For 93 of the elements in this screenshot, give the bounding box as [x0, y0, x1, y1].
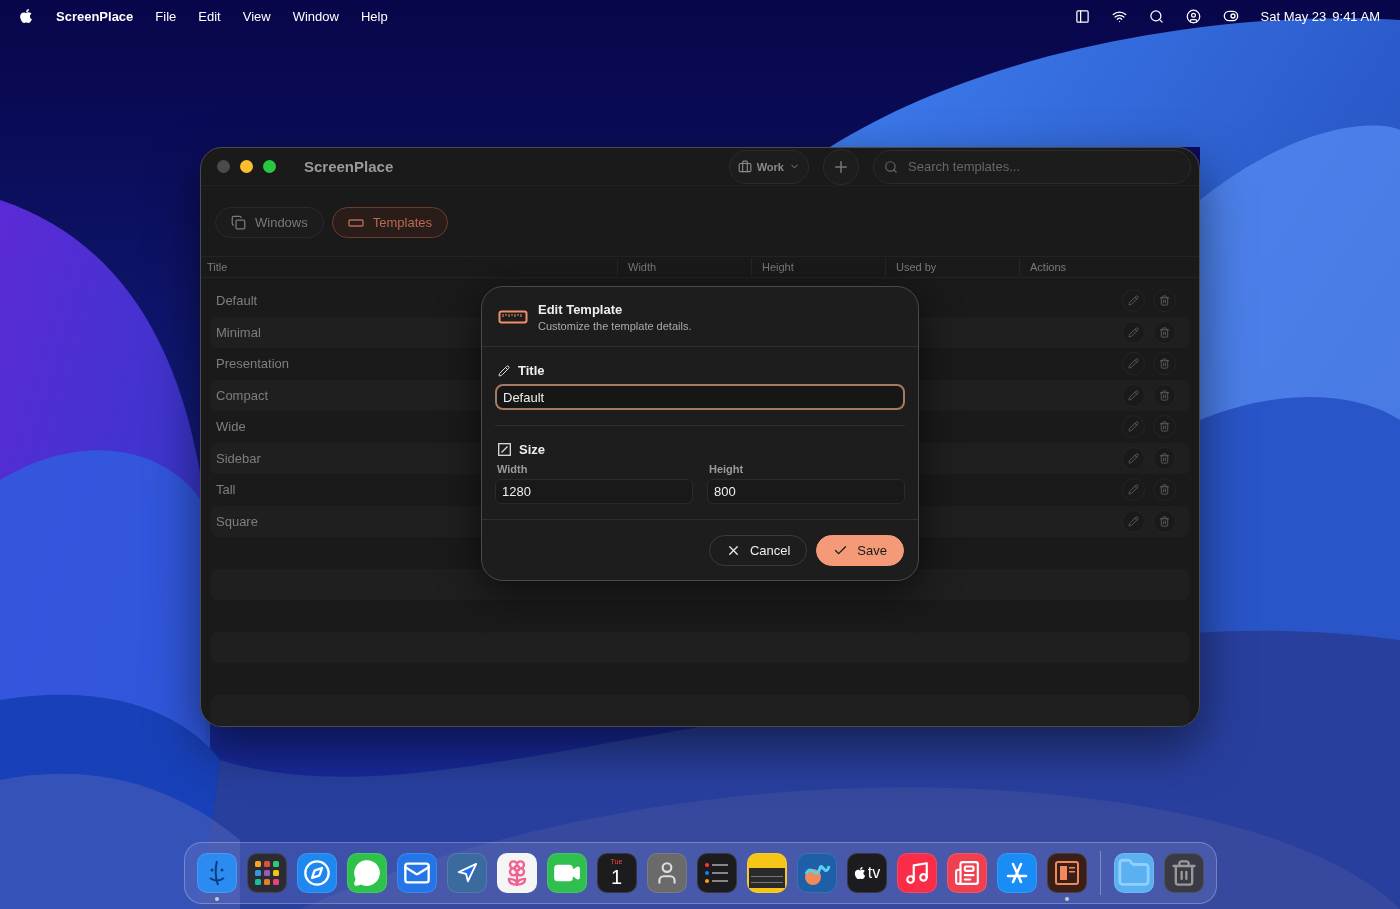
zoom-button[interactable] — [263, 160, 276, 173]
folder-icon[interactable] — [1113, 853, 1154, 893]
menu-item[interactable]: Edit — [198, 8, 221, 24]
running-indicator — [1064, 897, 1069, 901]
template-title: Presentation — [216, 356, 289, 372]
template-title: Sidebar — [216, 450, 261, 466]
width-field[interactable]: 1280 — [495, 479, 693, 504]
menu-bar-time[interactable]: 9:41 AM — [1332, 8, 1380, 24]
menu-item[interactable]: View — [242, 8, 271, 24]
news-icon[interactable] — [946, 853, 987, 893]
field-label: Width — [496, 463, 529, 475]
column-header[interactable]: Actions — [1019, 258, 1151, 276]
menu-item[interactable]: Help — [360, 8, 388, 24]
tab[interactable]: Templates — [331, 207, 448, 238]
workspace-dropdown[interactable]: Work — [728, 149, 809, 184]
template-title: Tall — [216, 482, 236, 498]
pencil-icon — [498, 364, 510, 377]
squiggle-icon[interactable] — [796, 853, 837, 893]
trash-icon — [1159, 326, 1170, 338]
section-label: Size — [519, 442, 545, 457]
search-input[interactable]: Search templates... — [906, 158, 1180, 175]
column-header[interactable]: Used by — [885, 258, 1019, 276]
pencil-icon — [1128, 326, 1139, 338]
height-field[interactable]: 800 — [707, 479, 905, 504]
title-field[interactable]: Default — [495, 384, 905, 410]
trash-icon — [1159, 484, 1170, 496]
user-icon[interactable] — [1185, 8, 1201, 24]
tv-app-icon[interactable]: tv — [846, 853, 887, 893]
app-menu[interactable]: ScreenPlace — [56, 8, 134, 24]
sidebar-icon[interactable] — [1074, 8, 1090, 24]
flower-icon[interactable] — [496, 853, 537, 893]
pencil-icon — [1128, 421, 1139, 433]
trash-icon — [1159, 358, 1170, 370]
toggle-icon[interactable] — [1222, 8, 1239, 24]
tv-label: tv — [867, 864, 881, 882]
briefcase-icon — [737, 159, 752, 174]
column-header[interactable]: Height — [751, 258, 885, 276]
windows-icon — [231, 215, 246, 230]
music-note-icon[interactable] — [896, 853, 937, 893]
smiling-face-icon[interactable] — [196, 853, 237, 893]
notepad-icon[interactable] — [746, 853, 787, 893]
search-icon[interactable] — [1148, 8, 1164, 24]
section-label: Title — [518, 363, 545, 378]
field-label: Height — [708, 463, 745, 475]
minimize-button[interactable] — [240, 160, 253, 173]
envelope-icon[interactable] — [396, 853, 437, 893]
running-indicator — [214, 897, 219, 901]
window-title: ScreenPlace — [304, 158, 394, 175]
person-icon[interactable] — [646, 853, 687, 893]
dialog-title: Edit Template — [538, 302, 624, 317]
menu-item[interactable]: File — [155, 8, 177, 24]
dialog-subtitle: Customize the template details. — [538, 320, 692, 332]
calendar-date: 1 — [610, 866, 623, 888]
speech-bubble-icon[interactable] — [346, 853, 387, 893]
ruler-icon — [347, 217, 364, 228]
add-button[interactable] — [823, 148, 859, 185]
app-store-icon[interactable] — [996, 853, 1037, 893]
tab[interactable]: Windows — [215, 207, 324, 238]
pencil-icon — [1128, 452, 1139, 464]
save-button[interactable]: Save — [816, 535, 904, 566]
video-camera-icon[interactable] — [546, 853, 587, 893]
trash-icon — [1159, 421, 1170, 433]
app-grid-icon[interactable] — [246, 853, 287, 893]
pencil-icon — [1128, 389, 1139, 401]
apple-logo-icon[interactable] — [18, 8, 34, 24]
checklist-icon[interactable] — [696, 853, 737, 893]
column-header[interactable]: Width — [617, 258, 751, 276]
apple-logo-icon — [852, 866, 867, 880]
trash-icon — [1159, 515, 1170, 527]
cancel-button[interactable]: Cancel — [708, 535, 808, 566]
pencil-icon — [1128, 358, 1139, 370]
pencil-icon — [1128, 295, 1139, 307]
menu-bar-date[interactable]: Sat May 23 — [1260, 8, 1327, 24]
menu-item[interactable]: Window — [292, 8, 339, 24]
pencil-icon — [1128, 484, 1139, 496]
trash-icon — [1159, 389, 1170, 401]
resize-icon — [498, 443, 511, 456]
column-header[interactable]: Title — [207, 258, 617, 276]
layout-icon[interactable] — [1046, 853, 1087, 893]
ruler-icon — [498, 310, 528, 324]
pencil-icon — [1128, 515, 1139, 527]
trash-icon[interactable] — [1163, 853, 1204, 893]
search-icon — [884, 159, 898, 174]
template-title: Wide — [216, 419, 246, 435]
template-title: Minimal — [216, 324, 261, 340]
wifi-icon[interactable] — [1111, 8, 1127, 24]
search-field[interactable]: Search templates... — [873, 149, 1191, 184]
compass-icon[interactable] — [296, 853, 337, 893]
trash-icon — [1159, 452, 1170, 464]
trash-icon — [1159, 295, 1170, 307]
template-title: Default — [216, 293, 258, 309]
template-title: Compact — [216, 387, 269, 403]
template-title: Square — [216, 513, 258, 529]
